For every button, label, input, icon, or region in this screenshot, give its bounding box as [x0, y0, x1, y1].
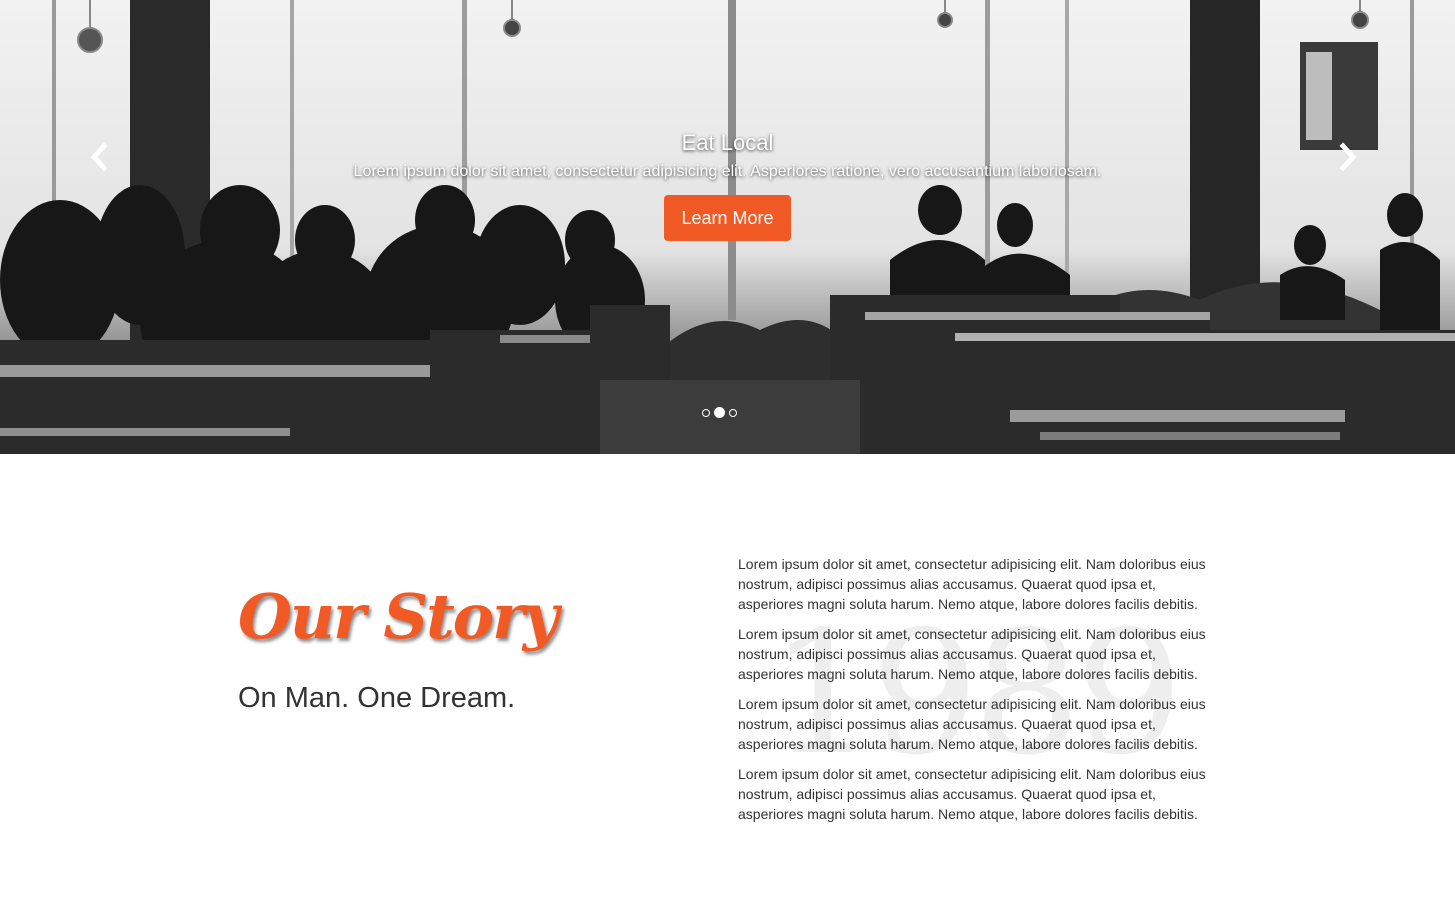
carousel-indicator-3[interactable] — [729, 408, 737, 417]
story-paragraph: Lorem ipsum dolor sit amet, consectetur … — [738, 766, 1206, 822]
carousel-caption: Eat Local Lorem ipsum dolor sit amet, co… — [0, 126, 1455, 241]
story-heading: Our Story — [238, 580, 559, 653]
story-paragraph: Lorem ipsum dolor sit amet, consectetur … — [738, 556, 1206, 612]
carousel-indicator-2[interactable] — [714, 407, 725, 418]
hero-carousel: Eat Local Lorem ipsum dolor sit amet, co… — [0, 0, 1455, 454]
slide-text: Lorem ipsum dolor sit amet, consectetur … — [353, 163, 1102, 180]
carousel-indicators — [702, 407, 737, 418]
story-subheading: On Man. One Dream. — [238, 682, 516, 714]
story-paragraph: Lorem ipsum dolor sit amet, consectetur … — [738, 626, 1206, 682]
carousel-indicator-1[interactable] — [702, 408, 710, 417]
story-paragraph: Lorem ipsum dolor sit amet, consectetur … — [738, 696, 1206, 752]
story-body: 1989 Lorem ipsum dolor sit amet, consect… — [738, 554, 1208, 834]
slide-title: Eat Local — [681, 130, 774, 155]
pendant-lamps — [77, 0, 1369, 53]
learn-more-button[interactable]: Learn More — [664, 195, 791, 241]
